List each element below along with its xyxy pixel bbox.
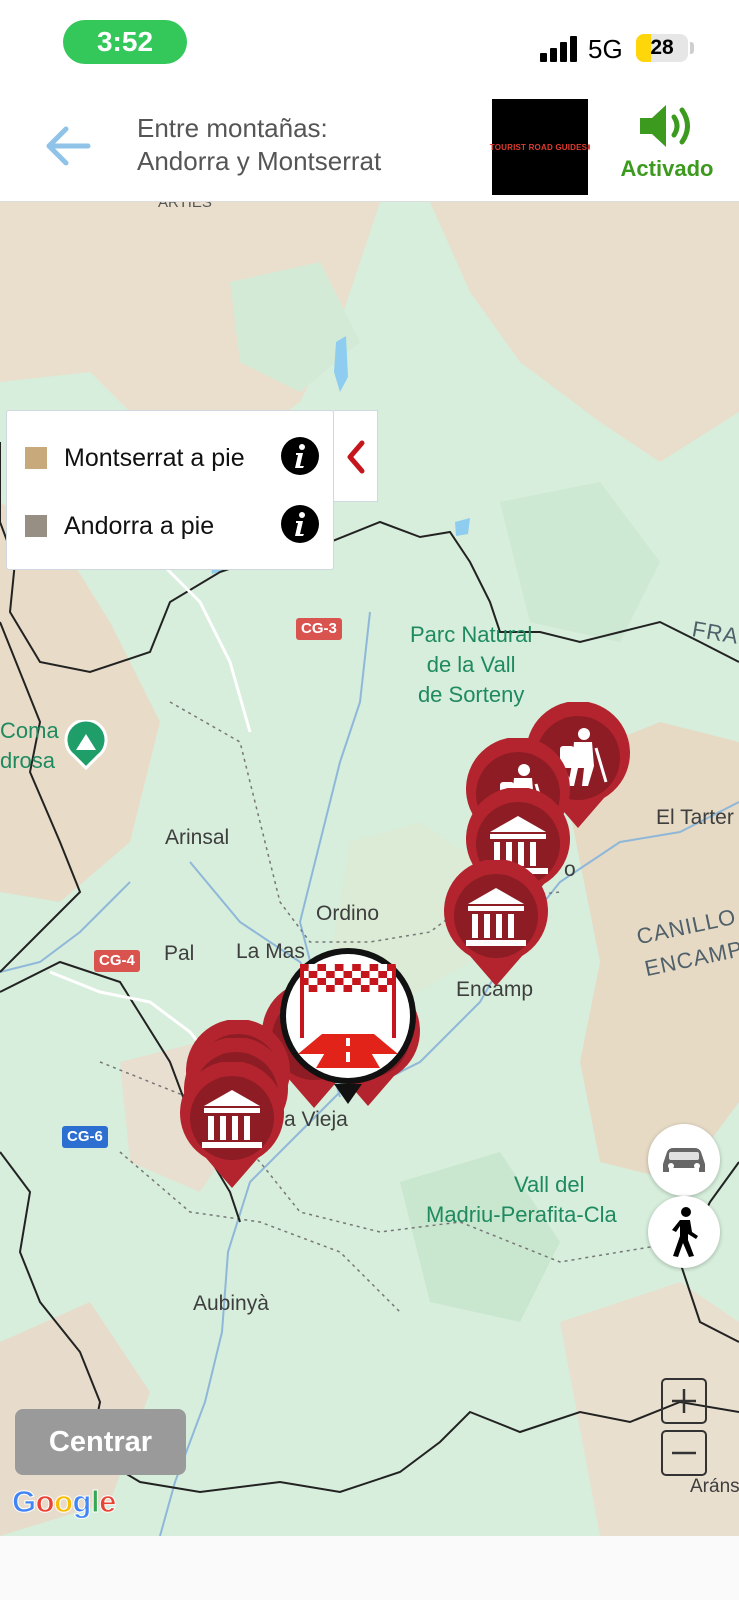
map-label-ordino: Ordino xyxy=(316,902,380,925)
info-icon[interactable] xyxy=(281,505,319,543)
map-label-drosa: drosa xyxy=(0,748,56,773)
map-label-coma: Coma xyxy=(0,718,59,743)
map-label-arinsal: Arinsal xyxy=(165,826,230,849)
museum-icon xyxy=(176,1062,288,1192)
google-logo: Google xyxy=(12,1484,117,1520)
legend-label-montserrat: Montserrat a pie xyxy=(64,444,245,472)
map-label-aubinya: Aubinyà xyxy=(193,1292,269,1315)
legend-item-andorra[interactable]: Andorra a pie xyxy=(19,503,331,547)
museum-icon xyxy=(440,860,552,990)
map-marker-museum-encamp[interactable] xyxy=(440,860,552,990)
logo-text: TOURIST ROAD GUIDES xyxy=(489,142,588,152)
map-marker-museum-andorra-la-vella[interactable] xyxy=(176,1062,288,1192)
status-bar: 3:52 5G 28 xyxy=(0,0,739,88)
center-map-button[interactable]: Centrar xyxy=(15,1409,186,1475)
map-label-madriu-1: Vall del xyxy=(514,1172,585,1197)
map-label-pal: Pal xyxy=(164,942,195,965)
zoom-in-button[interactable] xyxy=(661,1378,707,1424)
app-header: Entre montañas: Andorra y Montserrat TOU… xyxy=(0,88,739,202)
car-icon xyxy=(663,1148,705,1172)
map-view[interactable]: CG-3 CG-4 CG-6 ARTIES Parc Natural de la… xyxy=(0,202,739,1536)
title-line-2: Andorra y Montserrat xyxy=(137,146,382,176)
legend-collapse-button[interactable] xyxy=(334,410,378,502)
map-label-arans: Aráns xyxy=(690,1476,739,1497)
status-time: 3:52 xyxy=(63,20,187,64)
page-title: Entre montañas: Andorra y Montserrat xyxy=(137,112,381,178)
zoom-out-button[interactable] xyxy=(661,1430,707,1476)
map-label-arties: ARTIES xyxy=(158,202,212,211)
speaker-on-icon xyxy=(640,105,690,147)
legend-item-montserrat[interactable]: Montserrat a pie xyxy=(19,435,331,479)
back-arrow-icon xyxy=(46,126,91,166)
title-line-1: Entre montañas: xyxy=(137,113,328,143)
cellular-signal-icon xyxy=(540,36,580,62)
legend-swatch-montserrat xyxy=(25,447,47,469)
drive-mode-button[interactable] xyxy=(648,1124,720,1196)
chevron-left-icon xyxy=(347,440,365,474)
legend-swatch-andorra xyxy=(25,515,47,537)
network-type: 5G xyxy=(588,34,623,64)
finish-line-icon xyxy=(280,948,416,1104)
map-label-madriu-2: Madriu-Perafita-Cla xyxy=(426,1202,617,1227)
info-icon[interactable] xyxy=(281,437,319,475)
park-pin-icon[interactable] xyxy=(64,720,108,770)
minus-icon xyxy=(672,1451,696,1455)
road-badge-cg3: CG-3 xyxy=(296,618,342,640)
walking-person-icon xyxy=(672,1207,698,1257)
tourist-road-guides-logo: TOURIST ROAD GUIDES xyxy=(489,99,591,195)
logo-pin-icon xyxy=(588,144,591,150)
route-legend: Montserrat a pie Andorra a pie xyxy=(6,410,334,570)
sound-toggle-button[interactable]: Activado xyxy=(612,98,722,194)
map-terrain xyxy=(0,202,739,1536)
road-badge-cg4: CG-4 xyxy=(94,950,140,972)
battery-icon: 28 xyxy=(636,34,688,62)
map-label-el-tarter: El Tarter xyxy=(656,806,734,829)
road-badge-cg6: CG-6 xyxy=(62,1126,108,1148)
plus-icon xyxy=(672,1389,696,1413)
sound-status-label: Activado xyxy=(620,156,714,181)
battery-cap xyxy=(690,42,694,54)
back-button[interactable] xyxy=(40,118,96,174)
walk-mode-button[interactable] xyxy=(648,1196,720,1268)
battery-level: 28 xyxy=(650,36,674,59)
map-label-sorteny-park: Parc Natural de la Vall de Sorteny xyxy=(410,622,533,707)
bottom-safe-area xyxy=(0,1536,739,1600)
legend-label-andorra: Andorra a pie xyxy=(64,512,215,540)
route-start-marker[interactable] xyxy=(276,938,420,1108)
